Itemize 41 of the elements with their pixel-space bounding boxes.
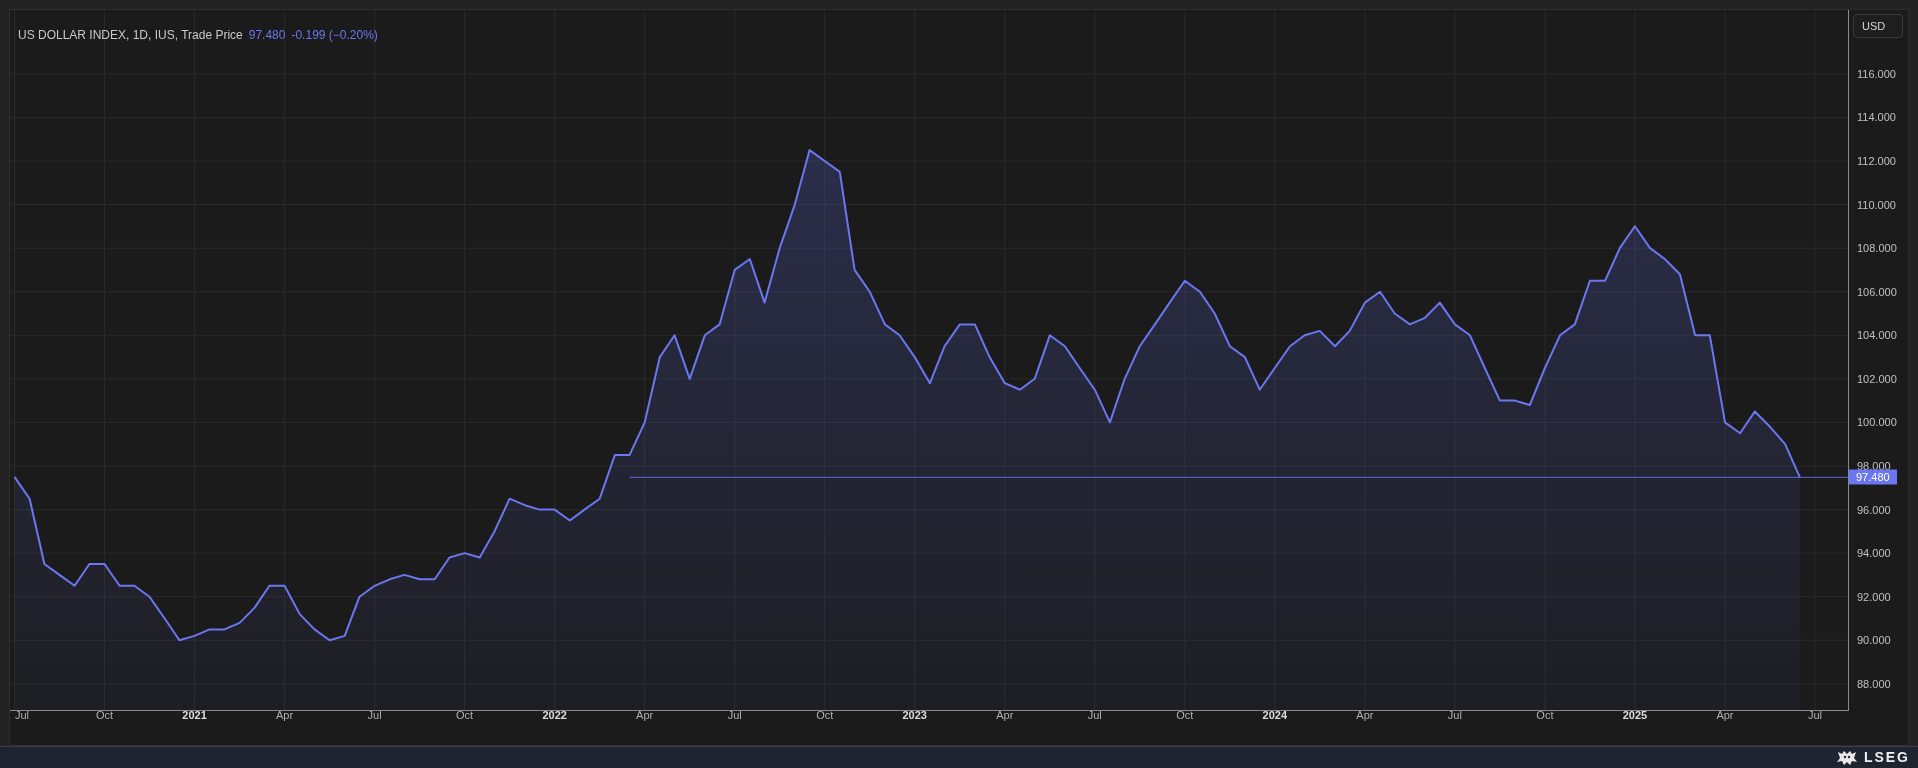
time-axis-label: 2022 (542, 708, 567, 723)
time-axis-label: Oct (1536, 708, 1554, 723)
time-axis-label: Apr (636, 708, 654, 723)
currency-button[interactable]: USD (1853, 14, 1903, 38)
price-axis-label: 88.000 (1857, 676, 1891, 692)
time-axis-label: Oct (456, 708, 474, 723)
last-price-badge: 97.480 (1849, 469, 1897, 485)
price-axis-label: 90.000 (1857, 633, 1891, 649)
time-axis-label: 2023 (902, 708, 927, 723)
time-axis-label: Apr (1716, 708, 1734, 723)
price-axis-label: 102.000 (1857, 371, 1897, 387)
time-axis-label: Oct (816, 708, 834, 723)
last-price-value: 97.480 (248, 27, 286, 44)
price-axis-label: 114.000 (1857, 110, 1896, 126)
price-axis-label: 94.000 (1857, 545, 1891, 561)
time-axis-label: Apr (1356, 708, 1374, 723)
price-axis-label: 96.000 (1857, 502, 1891, 518)
chart-title: US DOLLAR INDEX, 1D, IUS, Trade Price (18, 27, 243, 44)
time-axis-label: 2025 (1622, 708, 1648, 723)
price-axis-label: 110.000 (1857, 197, 1896, 213)
price-axis-label: 112.000 (1857, 153, 1896, 169)
time-axis-label: Oct (95, 708, 114, 723)
time-axis-label: Jul (367, 708, 382, 723)
time-axis-label: Jul (14, 708, 30, 723)
price-change: -0.199 (−0.20%) (291, 27, 378, 44)
time-axis-label: Apr (276, 708, 294, 723)
time-axis-label: Jul (1807, 708, 1822, 723)
time-axis-label: Jul (1087, 708, 1102, 723)
price-axis-label: 116.000 (1857, 66, 1896, 82)
time-axis-label: Oct (1176, 708, 1194, 723)
time-axis-label: Jul (727, 708, 742, 723)
brand-logo-text: LSEG (1863, 748, 1910, 767)
time-axis-label: 2024 (1262, 708, 1288, 723)
price-axis-label: 106.000 (1857, 284, 1897, 300)
price-axis-label: 92.000 (1857, 589, 1891, 605)
time-axis-label: Jul (1447, 708, 1462, 723)
price-axis-label: 108.000 (1857, 240, 1897, 256)
time-axis-label: 2021 (182, 708, 207, 723)
time-axis-label: Apr (996, 708, 1014, 723)
price-axis-label: 104.000 (1857, 328, 1897, 343)
price-axis-label: 100.000 (1857, 415, 1897, 431)
